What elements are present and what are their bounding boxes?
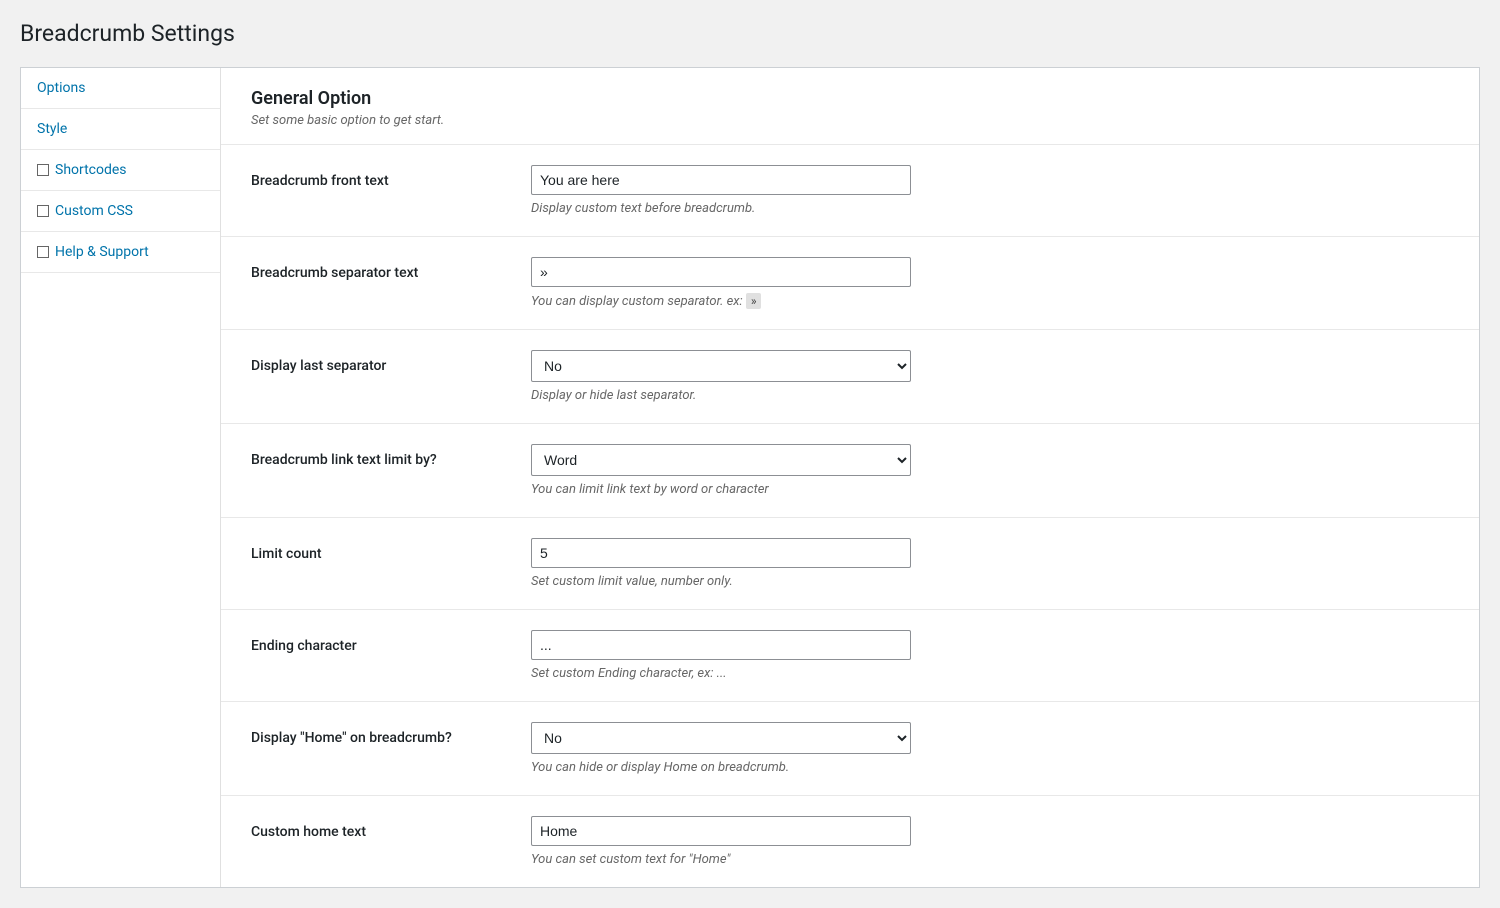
settings-row-breadcrumb-front-text: Breadcrumb front textDisplay custom text… xyxy=(221,145,1479,237)
hint-breadcrumb-front-text: Display custom text before breadcrumb. xyxy=(531,201,1449,216)
hint-breadcrumb-separator-text: You can display custom separator. ex: » xyxy=(531,293,1449,309)
content-area: General Option Set some basic option to … xyxy=(221,68,1479,887)
setting-control-display-last-separator: NoYes Display or hide last separator. xyxy=(531,350,1449,403)
setting-label-limit-count: Limit count xyxy=(251,538,531,562)
section-header: General Option Set some basic option to … xyxy=(221,68,1479,145)
sidebar-label-shortcodes: Shortcodes xyxy=(55,162,127,178)
hint-limit-count: Set custom limit value, number only. xyxy=(531,574,1449,589)
setting-label-breadcrumb-separator-text: Breadcrumb separator text xyxy=(251,257,531,281)
section-title: General Option xyxy=(251,88,1449,109)
hint-display-last-separator: Display or hide last separator. xyxy=(531,388,1449,403)
settings-container: Breadcrumb front textDisplay custom text… xyxy=(221,145,1479,887)
setting-control-breadcrumb-separator-text: You can display custom separator. ex: » xyxy=(531,257,1449,309)
sidebar-label-help-support: Help & Support xyxy=(55,244,149,260)
sidebar-label-custom-css: Custom CSS xyxy=(55,203,133,219)
hint-breadcrumb-link-text-limit: You can limit link text by word or chara… xyxy=(531,482,1449,497)
input-custom-home-text[interactable] xyxy=(531,816,911,846)
sidebar-label-style: Style xyxy=(37,121,67,137)
sidebar-item-custom-css[interactable]: Custom CSS xyxy=(21,191,220,232)
setting-label-ending-character: Ending character xyxy=(251,630,531,654)
sidebar-item-style[interactable]: Style xyxy=(21,109,220,150)
setting-label-display-last-separator: Display last separator xyxy=(251,350,531,374)
setting-control-limit-count: Set custom limit value, number only. xyxy=(531,538,1449,589)
sidebar-item-help-support[interactable]: Help & Support xyxy=(21,232,220,273)
setting-label-custom-home-text: Custom home text xyxy=(251,816,531,840)
select-display-last-separator[interactable]: NoYes xyxy=(531,350,911,382)
settings-row-limit-count: Limit countSet custom limit value, numbe… xyxy=(221,518,1479,610)
settings-row-display-home: Display "Home" on breadcrumb?NoYes You ca… xyxy=(221,702,1479,796)
select-display-home[interactable]: NoYes xyxy=(531,722,911,754)
setting-control-ending-character: Set custom Ending character, ex: ... xyxy=(531,630,1449,681)
setting-label-display-home: Display "Home" on breadcrumb? xyxy=(251,722,531,746)
setting-control-breadcrumb-front-text: Display custom text before breadcrumb. xyxy=(531,165,1449,216)
settings-row-breadcrumb-separator-text: Breadcrumb separator textYou can display… xyxy=(221,237,1479,330)
hint-ending-character: Set custom Ending character, ex: ... xyxy=(531,666,1449,681)
settings-row-breadcrumb-link-text-limit: Breadcrumb link text limit by?WordCharac… xyxy=(221,424,1479,518)
setting-label-breadcrumb-link-text-limit: Breadcrumb link text limit by? xyxy=(251,444,531,468)
input-limit-count[interactable] xyxy=(531,538,911,568)
section-subtitle: Set some basic option to get start. xyxy=(251,113,1449,128)
sidebar-item-shortcodes[interactable]: Shortcodes xyxy=(21,150,220,191)
input-ending-character[interactable] xyxy=(531,630,911,660)
setting-control-custom-home-text: You can set custom text for "Home" xyxy=(531,816,1449,867)
settings-row-ending-character: Ending characterSet custom Ending charac… xyxy=(221,610,1479,702)
settings-row-custom-home-text: Custom home textYou can set custom text … xyxy=(221,796,1479,887)
sidebar: Options Style Shortcodes Custom CSS Help & S… xyxy=(21,68,221,887)
hint-badge: » xyxy=(746,293,762,309)
square-icon xyxy=(37,205,49,217)
page-title: Breadcrumb Settings xyxy=(20,20,1480,47)
hint-custom-home-text: You can set custom text for "Home" xyxy=(531,852,1449,867)
sidebar-label-options: Options xyxy=(37,80,85,96)
sidebar-item-options[interactable]: Options xyxy=(21,68,220,109)
setting-control-display-home: NoYes You can hide or display Home on bre… xyxy=(531,722,1449,775)
hint-display-home: You can hide or display Home on breadcru… xyxy=(531,760,1449,775)
input-breadcrumb-separator-text[interactable] xyxy=(531,257,911,287)
setting-label-breadcrumb-front-text: Breadcrumb front text xyxy=(251,165,531,189)
setting-control-breadcrumb-link-text-limit: WordCharacter You can limit link text by … xyxy=(531,444,1449,497)
input-breadcrumb-front-text[interactable] xyxy=(531,165,911,195)
settings-row-display-last-separator: Display last separatorNoYes Display or hi… xyxy=(221,330,1479,424)
select-breadcrumb-link-text-limit[interactable]: WordCharacter xyxy=(531,444,911,476)
square-icon xyxy=(37,164,49,176)
square-icon xyxy=(37,246,49,258)
